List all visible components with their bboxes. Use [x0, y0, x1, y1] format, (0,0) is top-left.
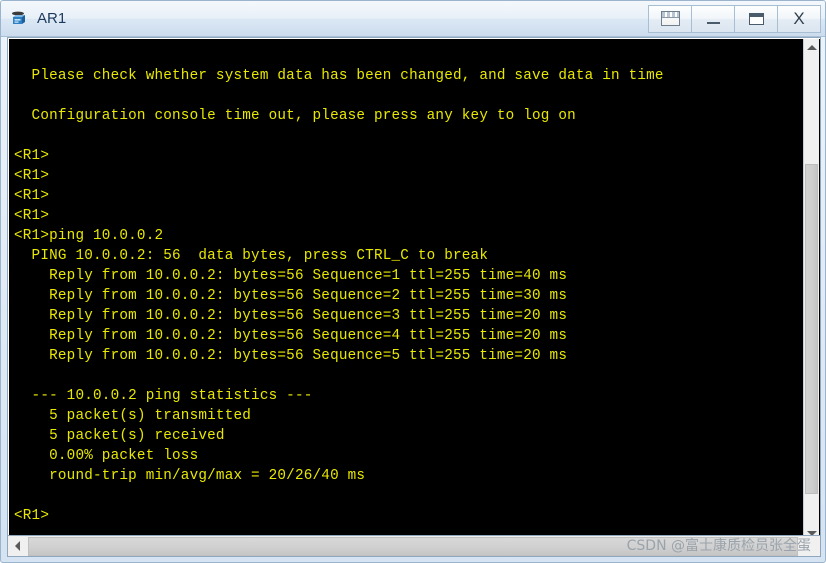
window-title: AR1: [37, 10, 67, 27]
scroll-left-button[interactable]: [8, 536, 27, 556]
chevron-left-icon: [15, 541, 20, 551]
terminal-line: Configuration console time out, please p…: [14, 108, 576, 124]
chevron-up-icon: [806, 45, 817, 50]
terminal-line: PING 10.0.0.2: 56 data bytes, press CTRL…: [14, 248, 489, 264]
terminal-line: <R1>: [14, 168, 50, 184]
bottom-bar: CSDN @富士康质检员张全蛋: [7, 535, 821, 559]
close-icon: X: [793, 9, 805, 28]
terminal-line: <R1>: [14, 208, 50, 224]
terminal-line: round-trip min/avg/max = 20/26/40 ms: [14, 468, 366, 484]
vertical-scrollbar-thumb[interactable]: [805, 164, 818, 494]
terminal-line: Reply from 10.0.0.2: bytes=56 Sequence=1…: [14, 268, 568, 284]
watermark-text: CSDN @富士康质检员张全蛋: [626, 538, 811, 554]
minimize-button[interactable]: [691, 4, 735, 33]
close-button[interactable]: X: [777, 4, 821, 33]
terminal-line: <R1>: [14, 148, 50, 164]
terminal-line: Reply from 10.0.0.2: bytes=56 Sequence=5…: [14, 348, 568, 364]
terminal-line: --- 10.0.0.2 ping statistics ---: [14, 388, 313, 404]
terminal-line: Reply from 10.0.0.2: bytes=56 Sequence=4…: [14, 328, 568, 344]
router-icon: [10, 9, 30, 29]
console-window: AR1 X Please check whether system data h…: [0, 0, 826, 563]
terminal-line: <R1>ping 10.0.0.2: [14, 228, 164, 244]
minimize-icon: [706, 21, 720, 24]
maximize-icon: [748, 12, 764, 25]
panel-icon: [660, 11, 680, 26]
window-controls: X: [648, 4, 825, 33]
terminal-line: Please check whether system data has bee…: [14, 68, 664, 84]
title-bar-left: AR1: [1, 9, 648, 29]
terminal-line: 5 packet(s) received: [14, 428, 225, 444]
title-bar[interactable]: AR1 X: [1, 1, 825, 37]
terminal-line: <R1>: [14, 188, 50, 204]
maximize-button[interactable]: [734, 4, 778, 33]
terminal-line: 0.00% packet loss: [14, 448, 199, 464]
terminal-line: Reply from 10.0.0.2: bytes=56 Sequence=2…: [14, 288, 568, 304]
terminal-line: 5 packet(s) transmitted: [14, 408, 252, 424]
console-frame: Please check whether system data has bee…: [7, 37, 821, 542]
terminal-line: Reply from 10.0.0.2: bytes=56 Sequence=3…: [14, 308, 568, 324]
panel-toggle-button[interactable]: [648, 4, 692, 33]
terminal-viewport[interactable]: Please check whether system data has bee…: [10, 40, 802, 539]
terminal-line: <R1>: [14, 508, 50, 524]
terminal-output: Please check whether system data has bee…: [10, 40, 802, 526]
vertical-scrollbar[interactable]: [803, 39, 819, 542]
scroll-up-button[interactable]: [804, 39, 819, 56]
